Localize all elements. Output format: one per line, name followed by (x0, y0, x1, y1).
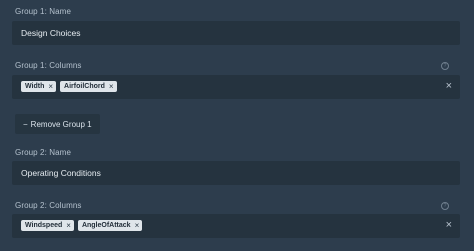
remove-group-label: Remove Group 1 (30, 119, 92, 129)
tag-remove-icon[interactable]: × (48, 82, 53, 91)
column-tag-label: Width (25, 83, 45, 90)
clear-icon[interactable]: × (446, 81, 452, 92)
column-tag: AngleOfAttack × (77, 220, 143, 231)
tag-remove-icon[interactable]: × (109, 82, 114, 91)
group-1-columns-select[interactable]: Width × AirfoilChord × × (12, 75, 460, 99)
column-tag: Windspeed × (21, 220, 74, 231)
column-tag-label: AirfoilChord (64, 83, 105, 90)
column-tag-label: Windspeed (25, 222, 63, 229)
group-1-name-field-container (12, 21, 460, 45)
group-2-name-label: Group 2: Name (15, 148, 71, 157)
column-tag-label: AngleOfAttack (81, 222, 131, 229)
column-tag: AirfoilChord × (60, 81, 117, 92)
minus-icon: − (23, 119, 28, 129)
tag-remove-icon[interactable]: × (135, 221, 140, 230)
help-icon: ? (441, 62, 449, 70)
group-2-name-input[interactable] (12, 161, 460, 185)
group-2-columns-label: Group 2: Columns (15, 201, 82, 210)
group-1-columns-label: Group 1: Columns (15, 61, 82, 70)
help-icon: ? (441, 202, 449, 210)
tag-remove-icon[interactable]: × (66, 221, 71, 230)
remove-group-1-button[interactable]: − Remove Group 1 (15, 114, 100, 134)
group-1-name-label: Group 1: Name (15, 7, 71, 16)
clear-icon[interactable]: × (446, 220, 452, 231)
group-2-name-field-container (12, 161, 460, 185)
column-tag: Width × (21, 81, 57, 92)
group-1-name-input[interactable] (12, 21, 460, 45)
group-2-columns-select[interactable]: Windspeed × AngleOfAttack × × (12, 214, 460, 238)
